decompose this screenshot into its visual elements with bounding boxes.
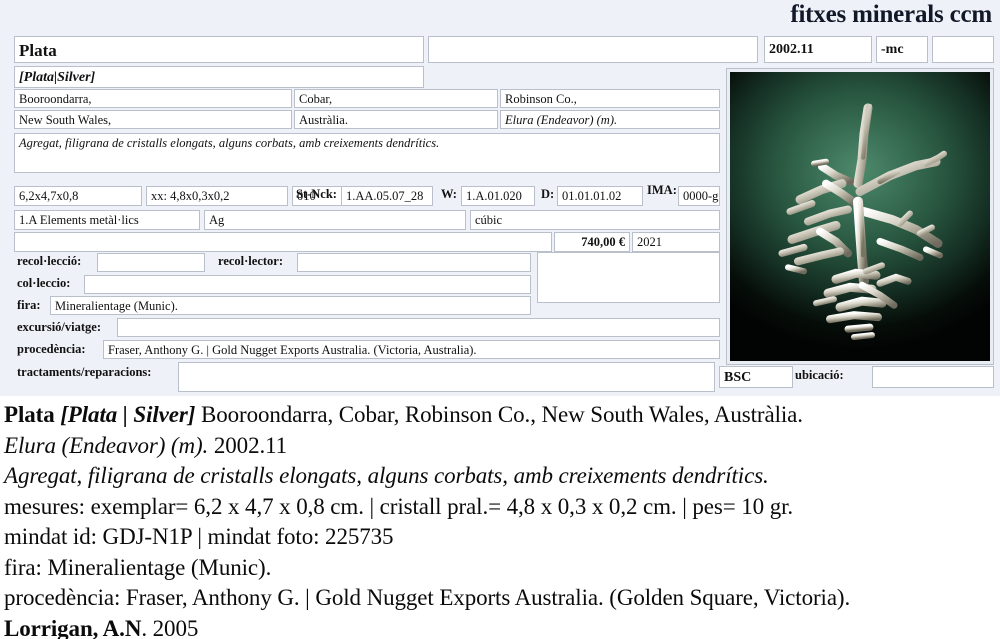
specimen-size-field[interactable]: 6,2x4,7x0,8: [14, 186, 142, 206]
country-field[interactable]: Austràlia.: [294, 110, 498, 129]
excursio-label: excursió/viatge:: [17, 320, 102, 334]
stnck-label: St-Nck:: [296, 187, 337, 201]
excursio-field[interactable]: [117, 318, 720, 337]
d-label: D:: [541, 187, 555, 201]
summary-line-2: Elura (Endeavor) (m). 2002.11: [4, 431, 996, 462]
ubicacio-label: ubicació:: [795, 368, 844, 382]
mine-field[interactable]: Elura (Endeavor) (m).: [500, 110, 720, 129]
summary-locality: Booroondarra, Cobar, Robinson Co., New S…: [195, 402, 803, 427]
price-field[interactable]: 740,00 €: [554, 232, 630, 252]
mineral-record-page: fitxes minerals ccm Plata 2002.11 -mc [P…: [0, 0, 1000, 639]
page-title: fitxes minerals ccm: [790, 1, 992, 28]
code-suffix-field[interactable]: -mc: [876, 36, 928, 63]
summary-mine: Elura (Endeavor) (m).: [4, 432, 209, 458]
procedencia-field[interactable]: Fraser, Anthony G. | Gold Nugget Exports…: [103, 340, 720, 359]
stnck-field[interactable]: 1.AA.05.07_28: [341, 186, 433, 206]
locality-field-1[interactable]: Booroondarra,: [14, 89, 292, 108]
crystal-size-field[interactable]: xx: 4,8x0,3x0,2: [146, 186, 288, 206]
colleccio-field[interactable]: [84, 275, 531, 294]
specimen-photo-frame[interactable]: [726, 68, 994, 365]
summary-mineral-name: Plata: [4, 402, 61, 427]
summary-catalog: 2002.11: [208, 432, 288, 458]
summary-synonym: [Plata | Silver]: [60, 402, 196, 427]
crystal-system-field[interactable]: cúbic: [470, 210, 720, 230]
w-field[interactable]: 1.A.01.020: [461, 186, 535, 206]
fira-label: fira:: [17, 298, 41, 312]
recolector-label: recol·lector:: [218, 254, 284, 268]
summary-line-3-description: Agregat, filigrana de cristalls elongats…: [4, 463, 769, 488]
ima-label: IMA:: [647, 183, 677, 197]
recoleccio-label: recol·lecció:: [17, 254, 82, 268]
specimen-photo: [730, 72, 990, 361]
fira-field[interactable]: Mineralientage (Munic).: [50, 296, 531, 315]
summary-author-year: . 2005: [141, 615, 199, 639]
summary-line-5-mindat: mindat id: GDJ-N1P | mindat foto: 225735: [4, 524, 394, 549]
tractaments-label: tractaments/reparacions:: [17, 365, 152, 379]
summary-line-4-measures: mesures: exemplar= 6,2 x 4,7 x 0,8 cm. |…: [4, 493, 794, 519]
summary-line-8: Lorrigan, A.N. 2005: [4, 614, 996, 639]
native-silver-icon: [778, 103, 947, 341]
tractaments-field[interactable]: [178, 362, 715, 392]
summary-author: Lorrigan, A.N: [4, 615, 142, 639]
ubicacio-field[interactable]: [872, 366, 994, 388]
summary-line-7-procedencia: procedència: Fraser, Anthony G. | Gold N…: [4, 585, 851, 610]
recolector-field[interactable]: [297, 253, 531, 272]
ima-field[interactable]: 0000-gfd: [678, 186, 720, 206]
locality-field-2[interactable]: Cobar,: [294, 89, 498, 108]
side-notes-field[interactable]: [537, 252, 720, 303]
w-label: W:: [441, 187, 457, 201]
summary-line-1: Plata [Plata | Silver] Booroondarra, Cob…: [4, 400, 996, 431]
bsc-field[interactable]: BSC: [719, 366, 793, 388]
summary-line-6-fira: fira: Mineralientage (Munic).: [4, 554, 272, 580]
catalog-number-field[interactable]: 2002.11: [764, 36, 872, 63]
colleccio-label: col·leccio:: [17, 276, 71, 290]
synonym-field[interactable]: [Plata|Silver]: [14, 66, 424, 88]
region-field[interactable]: New South Wales,: [14, 110, 292, 129]
procedencia-label: procedència:: [17, 342, 86, 356]
description-field[interactable]: Agregat, filigrana de cristalls elongats…: [14, 133, 720, 173]
mineral-name-field[interactable]: Plata: [14, 36, 424, 63]
year-field[interactable]: 2021: [632, 232, 720, 252]
recoleccio-field[interactable]: [97, 253, 205, 272]
class-field[interactable]: 1.A Elements metàl·lics: [14, 210, 200, 230]
d-field[interactable]: 01.01.01.02: [557, 186, 643, 206]
notes-field[interactable]: [14, 232, 552, 252]
record-summary-text: Plata [Plata | Silver] Booroondarra, Cob…: [0, 396, 1000, 639]
locality-field-3[interactable]: Robinson Co.,: [500, 89, 720, 108]
name-secondary-field[interactable]: [428, 36, 758, 63]
record-form-panel: fitxes minerals ccm Plata 2002.11 -mc [P…: [0, 0, 1000, 396]
formula-field[interactable]: Ag: [204, 210, 466, 230]
extra-code-field[interactable]: [932, 36, 994, 63]
